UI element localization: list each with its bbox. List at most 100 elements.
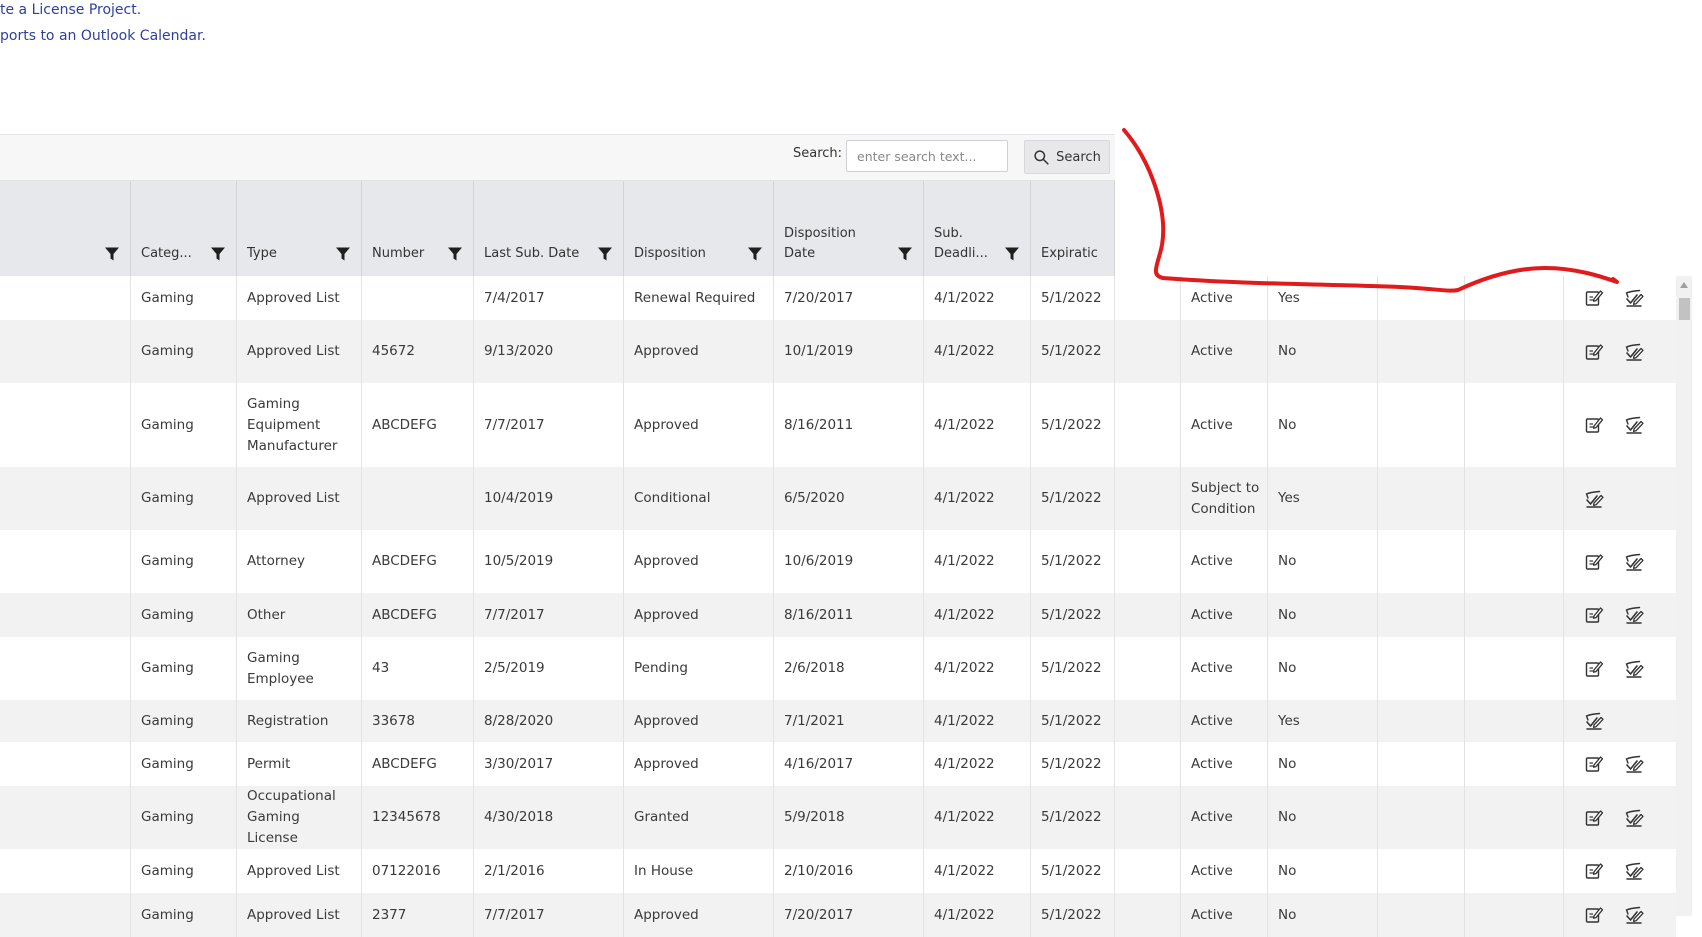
vertical-scrollbar[interactable] [1676, 276, 1692, 916]
edit-check-icon[interactable] [1624, 861, 1644, 881]
cell-text: Gaming [141, 343, 194, 359]
cell-text: 5/1/2022 [1041, 289, 1102, 306]
edit-check-icon[interactable] [1584, 711, 1604, 731]
cell-disposition: Approved [624, 320, 774, 383]
filter-icon[interactable] [597, 246, 613, 262]
edit-icon[interactable] [1584, 808, 1604, 828]
cell-text: 5/1/2022 [1041, 660, 1102, 676]
edit-icon[interactable] [1584, 905, 1604, 925]
edit-check-icon[interactable] [1624, 754, 1644, 774]
filter-icon[interactable] [210, 246, 226, 262]
scroll-up-arrow-icon[interactable] [1680, 282, 1688, 288]
table-row[interactable]: Gaming Attorney ABCDEFG 10/5/2019 Approved 10… [0, 530, 1676, 593]
column-header-label: Disposition [634, 246, 706, 261]
cell-text: 8/28/2020 [484, 712, 554, 729]
column-header-3[interactable]: Number [362, 181, 474, 276]
cell-status: Active [1181, 849, 1268, 893]
edit-check-icon[interactable] [1624, 342, 1644, 362]
column-header-1[interactable]: Categ... [131, 181, 237, 276]
edit-check-icon[interactable] [1624, 659, 1644, 679]
table-row[interactable]: Gaming Approved List 7/4/2017 Renewal Requi… [0, 276, 1676, 320]
cell-empty [1378, 637, 1465, 700]
search-button[interactable]: Search [1024, 140, 1110, 174]
edit-icon[interactable] [1584, 342, 1604, 362]
cell-text: No [1278, 553, 1297, 569]
edit-icon[interactable] [1584, 288, 1604, 308]
cell-text: Gaming [141, 606, 194, 623]
table-row[interactable]: Gaming Gaming Equipment Manufacturer ABCDE… [0, 383, 1676, 467]
cell-type: Permit [237, 742, 362, 786]
cell-empty [0, 742, 131, 786]
cell-empty [0, 276, 131, 320]
edit-check-icon[interactable] [1624, 552, 1644, 572]
table-row[interactable]: Gaming Registration 33678 8/28/2020 Approved… [0, 700, 1676, 742]
edit-check-icon[interactable] [1584, 489, 1604, 509]
table-row[interactable]: Gaming Occupational Gaming License 1234567… [0, 786, 1676, 849]
column-header-7[interactable]: Sub. Deadli... [924, 181, 1031, 276]
cell-text: No [1278, 906, 1297, 923]
column-header-2[interactable]: Type [237, 181, 362, 276]
table-row[interactable]: Gaming Permit ABCDEFG 3/30/2017 Approved 4/16… [0, 742, 1676, 786]
table-row[interactable]: Gaming Other ABCDEFG 7/7/2017 Approved 8/16/2… [0, 593, 1676, 637]
column-header-4[interactable]: Last Sub. Date [474, 181, 624, 276]
filter-icon[interactable] [747, 246, 763, 262]
cell-expiration: 5/1/2022 [1031, 467, 1115, 530]
cell-type: Approved List [237, 467, 362, 530]
filter-icon[interactable] [104, 246, 120, 262]
cell-status: Active [1181, 786, 1268, 849]
edit-check-icon[interactable] [1624, 808, 1644, 828]
edit-check-icon[interactable] [1624, 288, 1644, 308]
cell-disposition: Approved [624, 593, 774, 637]
filter-icon[interactable] [897, 246, 913, 262]
create-license-project-link[interactable]: te a License Project. [0, 2, 141, 18]
filter-icon[interactable] [1004, 246, 1020, 262]
table-row[interactable]: Gaming Approved List 10/4/2019 Conditional 6… [0, 467, 1676, 530]
edit-check-icon[interactable] [1624, 605, 1644, 625]
column-header-6[interactable]: Disposition Date [774, 181, 924, 276]
table-row[interactable]: Gaming Approved List 2377 7/7/2017 Approved 7… [0, 893, 1676, 937]
column-header-label: Disposition Date [784, 226, 856, 261]
edit-icon[interactable] [1584, 659, 1604, 679]
column-header-0[interactable] [0, 181, 131, 276]
cell-number [362, 467, 474, 530]
filter-icon[interactable] [447, 246, 463, 262]
row-actions [1564, 320, 1676, 383]
edit-icon[interactable] [1584, 861, 1604, 881]
cell-text: 5/1/2022 [1041, 712, 1102, 729]
cell-disposition-date: 4/16/2017 [774, 742, 924, 786]
column-header-label: Categ... [141, 246, 192, 261]
table-row[interactable]: Gaming Gaming Employee 43 2/5/2019 Pending 2/… [0, 637, 1676, 700]
cell-text: No [1278, 660, 1297, 676]
cell-text: Approved [634, 416, 699, 433]
edit-icon[interactable] [1584, 415, 1604, 435]
cell-text: Other [247, 606, 286, 623]
column-header-5[interactable]: Disposition [624, 181, 774, 276]
edit-check-icon[interactable] [1624, 905, 1644, 925]
search-input[interactable] [846, 140, 1008, 172]
edit-check-icon[interactable] [1624, 415, 1644, 435]
cell-category: Gaming [131, 530, 237, 593]
cell-empty [1465, 383, 1564, 467]
edit-icon[interactable] [1584, 754, 1604, 774]
row-actions [1564, 893, 1676, 937]
cell-text: 5/1/2022 [1041, 755, 1102, 772]
cell-empty [0, 530, 131, 593]
export-outlook-calendar-link[interactable]: ports to an Outlook Calendar. [0, 28, 206, 44]
cell-disposition-date: 8/16/2011 [774, 593, 924, 637]
cell-text: Approved List [247, 862, 340, 879]
row-actions [1564, 467, 1676, 530]
table-row[interactable]: Gaming Approved List 07122016 2/1/2016 In Ho… [0, 849, 1676, 893]
edit-icon[interactable] [1584, 552, 1604, 572]
filter-icon[interactable] [335, 246, 351, 262]
cell-text: Registration [247, 712, 329, 729]
cell-text: 7/20/2017 [784, 906, 854, 923]
cell-empty [1115, 593, 1181, 637]
table-row[interactable]: Gaming Approved List 45672 9/13/2020 Approve… [0, 320, 1676, 383]
row-actions [1564, 742, 1676, 786]
edit-icon[interactable] [1584, 605, 1604, 625]
column-header-8[interactable]: Expiratic [1031, 181, 1115, 276]
cell-text: 43 [372, 660, 390, 676]
cell-empty [1465, 849, 1564, 893]
scrollbar-thumb[interactable] [1679, 298, 1690, 320]
cell-text: 4/1/2022 [934, 862, 995, 879]
